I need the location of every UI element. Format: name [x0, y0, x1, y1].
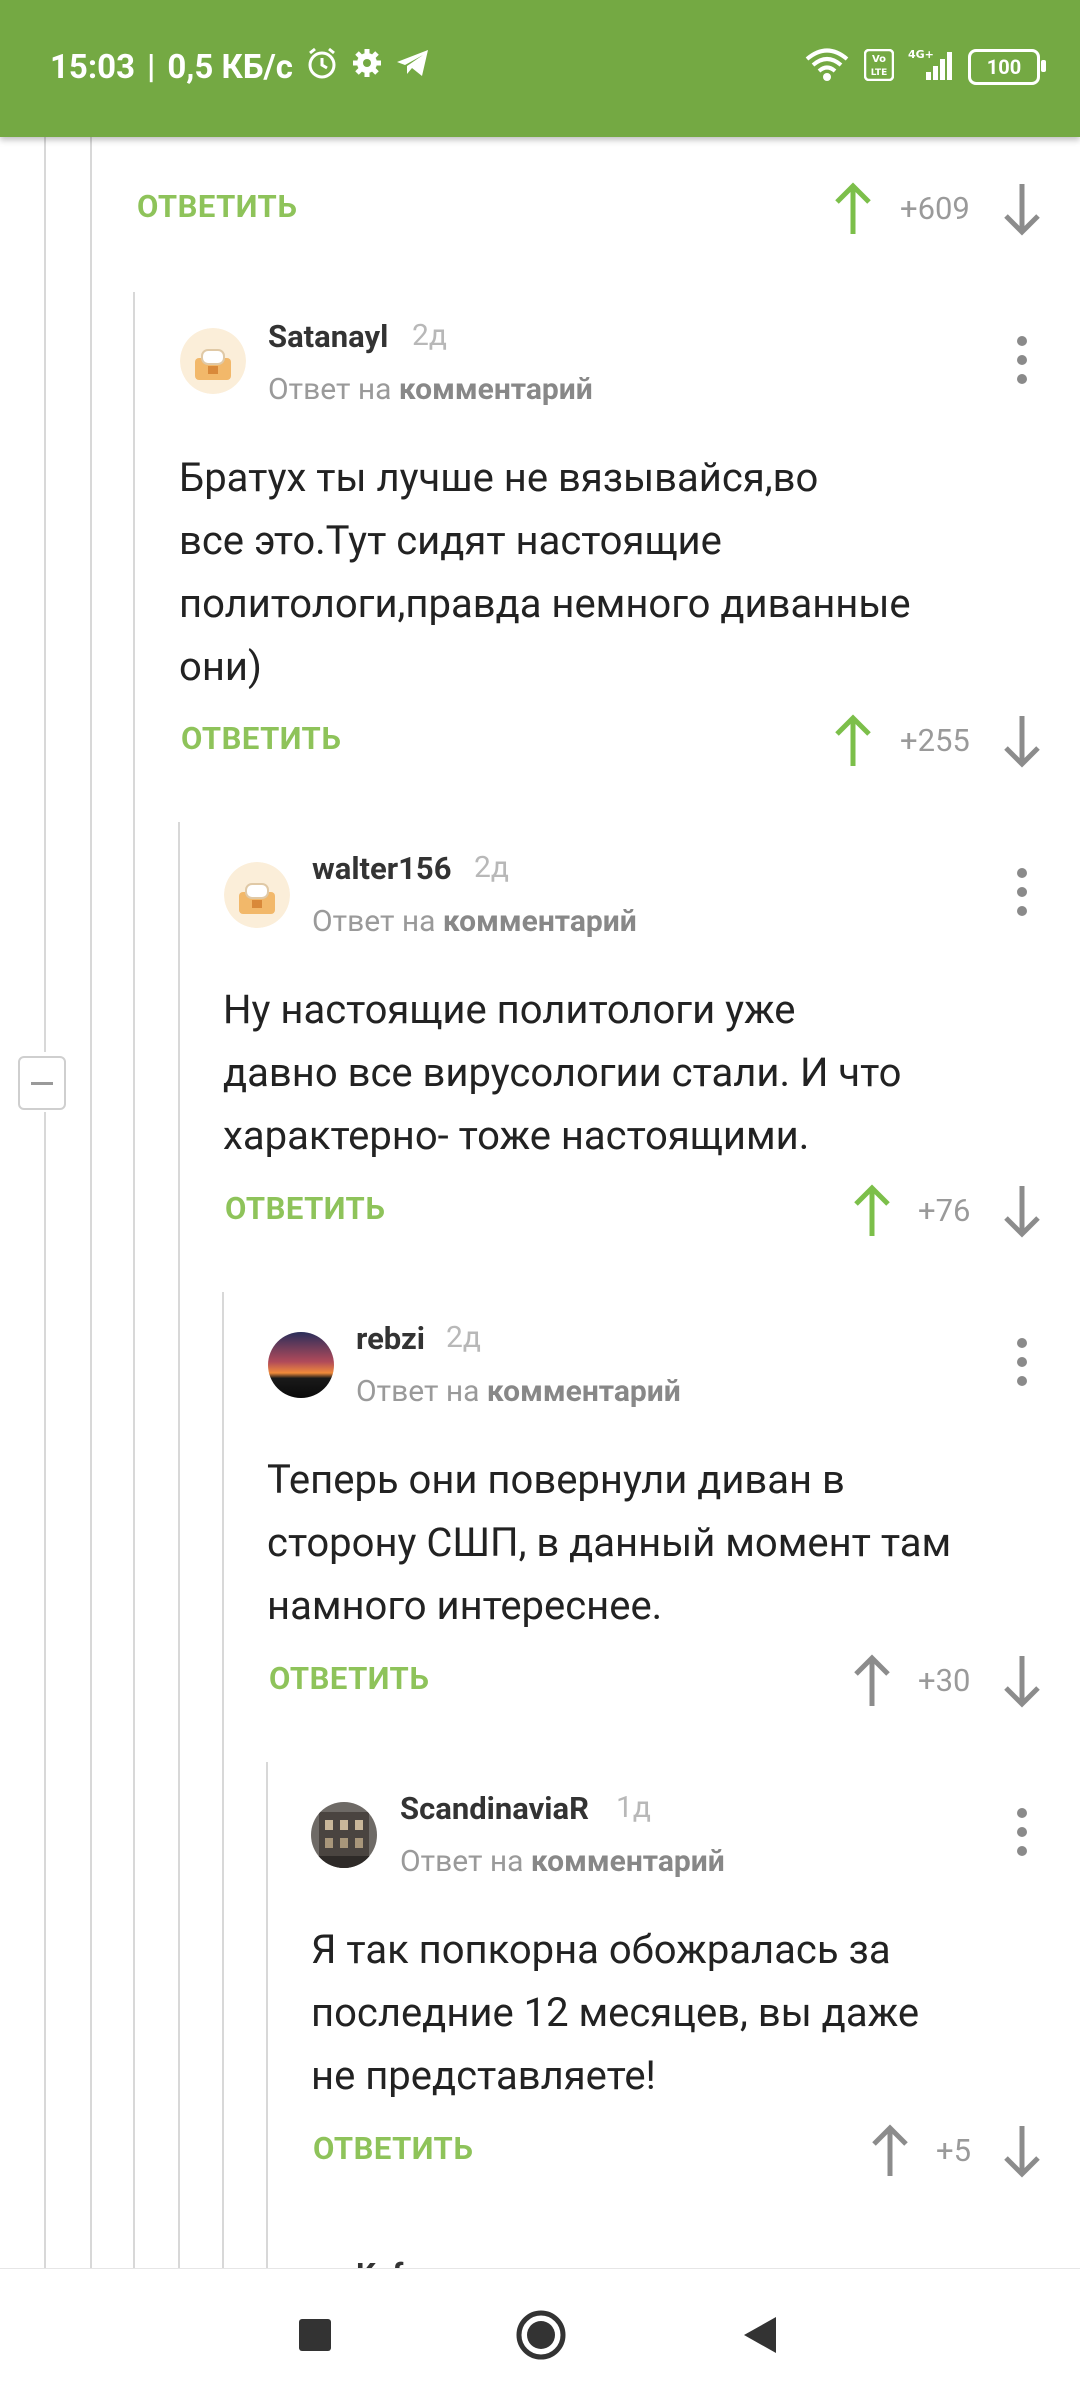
comment-score: +76: [918, 1192, 971, 1229]
upvote-icon[interactable]: [850, 1654, 894, 1708]
reply-button[interactable]: ОТВЕТИТЬ: [313, 2130, 473, 2167]
reply-to-link[interactable]: комментарий: [443, 904, 637, 939]
wifi-icon: [804, 48, 850, 86]
downvote-icon[interactable]: [1000, 182, 1044, 236]
username[interactable]: Satanayl: [268, 318, 388, 355]
reply-button[interactable]: ОТВЕТИТЬ: [181, 720, 341, 757]
comment-score: +255: [900, 722, 970, 759]
reply-to-line: Ответ на комментарий: [356, 1374, 681, 1409]
signal-icon: 4G+: [908, 48, 954, 86]
thread-line: [44, 1112, 46, 2268]
svg-text:4G+: 4G+: [908, 48, 934, 61]
upvote-icon[interactable]: [868, 2124, 912, 2178]
upvote-icon[interactable]: [831, 182, 875, 236]
reply-button[interactable]: ОТВЕТИТЬ: [137, 188, 297, 225]
upvote-icon[interactable]: [850, 1184, 894, 1238]
partial-next-username[interactable]: Kaf...: [356, 2256, 430, 2268]
comment-text: Ну настоящие политологи уже давно все ви…: [223, 986, 902, 1159]
status-network-speed: 0,5 КБ/с: [167, 47, 293, 87]
reply-to-prefix: Ответ на: [312, 904, 436, 939]
thread-line: [222, 1292, 224, 2268]
svg-text:LTE: LTE: [871, 68, 888, 78]
downvote-icon[interactable]: [1000, 1184, 1044, 1238]
reply-to-line: Ответ на комментарий: [312, 904, 637, 939]
avatar[interactable]: [224, 862, 290, 928]
thread-line: [90, 137, 92, 2268]
partial-next-username-text: Kaf...: [356, 2256, 430, 2268]
comment-time: 2д: [446, 1320, 481, 1355]
collapse-thread-button[interactable]: [18, 1056, 66, 1110]
reply-to-prefix: Ответ на: [356, 1374, 480, 1409]
more-options-icon[interactable]: [1012, 864, 1032, 920]
status-left: 15:03 | 0,5 КБ/с: [50, 42, 431, 92]
alarm-icon: [305, 46, 339, 89]
reply-to-link[interactable]: комментарий: [399, 372, 593, 407]
system-nav-bar: [0, 2268, 1080, 2401]
username[interactable]: walter156: [312, 850, 452, 887]
avatar[interactable]: [180, 328, 246, 394]
comment-text: Теперь они повернули диван в сторону СШП…: [267, 1456, 952, 1629]
recent-apps-icon[interactable]: [297, 2317, 333, 2353]
battery-icon: 100: [968, 49, 1046, 85]
reply-to-link[interactable]: комментарий: [531, 1844, 725, 1879]
avatar[interactable]: [268, 1332, 334, 1398]
home-icon[interactable]: [515, 2309, 567, 2361]
partial-comment-line: напомнить.: [135, 135, 353, 152]
reply-to-line: Ответ на комментарий: [268, 372, 593, 407]
more-options-icon[interactable]: [1012, 332, 1032, 388]
reply-to-prefix: Ответ на: [268, 372, 392, 407]
upvote-icon[interactable]: [831, 714, 875, 768]
reply-to-prefix: Ответ на: [400, 1844, 524, 1879]
reply-to-link[interactable]: комментарий: [487, 1374, 681, 1409]
downvote-icon[interactable]: [1000, 2124, 1044, 2178]
status-time: 15:03: [50, 47, 136, 87]
volte-icon: Vo LTE: [863, 48, 895, 85]
battery-level: 100: [986, 55, 1022, 79]
more-options-icon[interactable]: [1012, 1804, 1032, 1860]
comment-score: +609: [900, 190, 970, 227]
comment-text: Я так попкорна обожралась за последние 1…: [311, 1926, 920, 2099]
username[interactable]: ScandinaviaR: [400, 1790, 589, 1827]
svg-text:Vo: Vo: [872, 54, 886, 65]
thread-line: [266, 1762, 268, 2268]
gear-icon: [351, 47, 383, 88]
comment-score: +5: [936, 2132, 972, 2169]
status-bar: 15:03 | 0,5 КБ/с Vo LTE 4G+ 100: [0, 0, 1080, 137]
telegram-icon: [395, 47, 431, 88]
comment-score: +30: [918, 1662, 971, 1699]
avatar[interactable]: [311, 1802, 377, 1868]
reply-button[interactable]: ОТВЕТИТЬ: [269, 1660, 429, 1697]
username[interactable]: rebzi: [356, 1320, 425, 1357]
back-icon[interactable]: [740, 2315, 780, 2355]
downvote-icon[interactable]: [1000, 714, 1044, 768]
comment-text: Братух ты лучше не вязывайся,во все это.…: [179, 454, 911, 690]
thread-line: [178, 822, 180, 2268]
comment-time: 1д: [616, 1790, 651, 1825]
comment-time: 2д: [412, 318, 447, 353]
reply-button[interactable]: ОТВЕТИТЬ: [225, 1190, 385, 1227]
thread-line: [133, 292, 135, 2268]
downvote-icon[interactable]: [1000, 1654, 1044, 1708]
reply-to-line: Ответ на комментарий: [400, 1844, 725, 1879]
thread-line: [44, 137, 46, 1052]
comment-time: 2д: [474, 850, 509, 885]
status-right: Vo LTE 4G+ 100: [804, 42, 1046, 92]
status-divider: |: [147, 47, 156, 87]
more-options-icon[interactable]: [1012, 1334, 1032, 1390]
